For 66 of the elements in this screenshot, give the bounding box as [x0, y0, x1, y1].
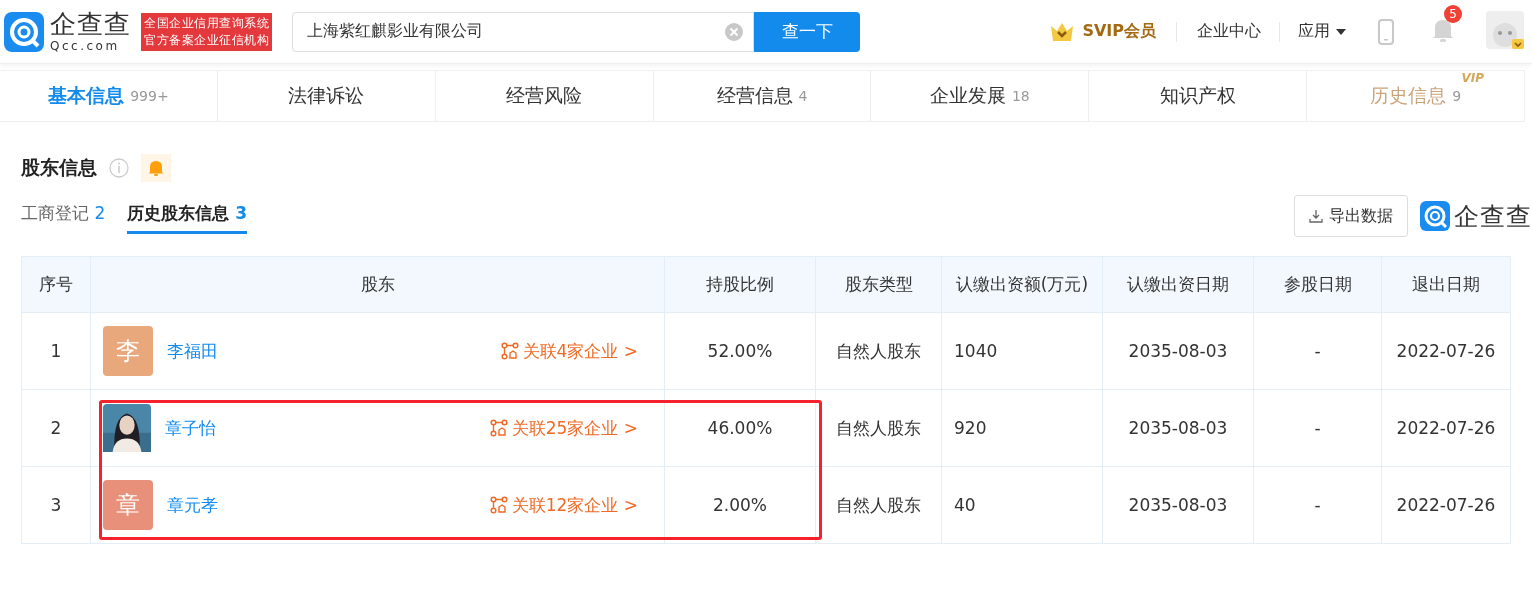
table-cell: - — [1253, 389, 1382, 467]
download-icon — [1309, 209, 1323, 223]
table-cell: 40 — [941, 466, 1103, 544]
crown-icon — [1050, 21, 1075, 42]
table-cell: 2.00% — [664, 466, 816, 544]
clear-icon[interactable] — [724, 21, 744, 42]
table-cell: 自然人股东 — [815, 389, 942, 467]
table-cell: 46.00% — [664, 389, 816, 467]
table-cell: 3 — [21, 466, 91, 544]
caret-icon — [1336, 28, 1346, 35]
column-header: 股东类型 — [815, 256, 942, 313]
table-cell: 2035-08-03 — [1102, 312, 1254, 390]
table-cell: 自然人股东 — [815, 466, 942, 544]
user-avatar-icon[interactable] — [1486, 10, 1524, 49]
certification-badge: 全国企业信用查询系统 官方备案企业征信机构 — [141, 12, 272, 51]
info-icon[interactable] — [109, 158, 129, 178]
table-cell: 52.00% — [664, 312, 816, 390]
apps-menu[interactable]: 应用 — [1298, 21, 1346, 42]
person-link[interactable]: 章子怡 — [165, 416, 216, 440]
table-cell: - — [1253, 312, 1382, 390]
network-icon — [489, 419, 508, 437]
section-title: 股东信息 — [21, 155, 97, 180]
table-cell: 1040 — [941, 312, 1103, 390]
avatar: 章 — [103, 480, 153, 530]
person-link[interactable]: 章元孝 — [167, 493, 218, 517]
related-companies-link[interactable]: 关联12家企业 > — [489, 493, 638, 517]
brand-domain: Qcc.com — [50, 40, 121, 52]
logo-icon — [1420, 201, 1450, 231]
search-button[interactable]: 查一下 — [754, 11, 860, 52]
related-companies-link[interactable]: 关联4家企业 > — [500, 339, 638, 363]
notification-badge: 5 — [1444, 4, 1462, 23]
phone-icon[interactable] — [1378, 18, 1394, 45]
avatar: 李 — [103, 326, 153, 376]
svip-link[interactable]: SVIP会员 — [1082, 21, 1156, 42]
brand-name: 企查查 — [50, 11, 131, 37]
column-header: 股东 — [90, 256, 665, 313]
export-button[interactable]: 导出数据 — [1294, 195, 1408, 237]
brand-name: 企查查 — [1454, 200, 1532, 233]
sub-tab[interactable]: 工商登记 2 — [21, 202, 106, 234]
logo-icon — [4, 11, 44, 52]
person-link[interactable]: 李福田 — [167, 339, 218, 363]
table-cell: 2035-08-03 — [1102, 389, 1254, 467]
search-field[interactable]: 上海紫红麒影业有限公司 — [292, 11, 754, 52]
column-header: 持股比例 — [664, 256, 816, 313]
nav-link[interactable]: 企业中心 — [1197, 21, 1261, 42]
table-cell: 1 — [21, 312, 91, 390]
table-cell: 2022-07-26 — [1381, 466, 1511, 544]
table-cell: 920 — [941, 389, 1103, 467]
column-header: 退出日期 — [1381, 256, 1511, 313]
related-companies-link[interactable]: 关联25家企业 > — [489, 416, 638, 440]
sub-tab[interactable]: 历史股东信息 3 — [127, 202, 247, 234]
column-header: 认缴出资日期 — [1102, 256, 1254, 313]
vip-label: VIP — [1461, 71, 1484, 85]
column-header: 序号 — [21, 256, 91, 313]
table-cell: 2022-07-26 — [1381, 312, 1511, 390]
table-cell: 2022-07-26 — [1381, 389, 1511, 467]
table-cell: 自然人股东 — [815, 312, 942, 390]
table-cell: 2035-08-03 — [1102, 466, 1254, 544]
bell-icon — [148, 159, 164, 177]
network-icon — [500, 342, 519, 360]
column-header: 参股日期 — [1253, 256, 1382, 313]
column-header: 认缴出资额(万元) — [941, 256, 1103, 313]
table-cell: 2 — [21, 389, 91, 467]
table-cell: - — [1253, 466, 1382, 544]
subscribe-button[interactable] — [141, 154, 171, 182]
network-icon — [489, 496, 508, 514]
